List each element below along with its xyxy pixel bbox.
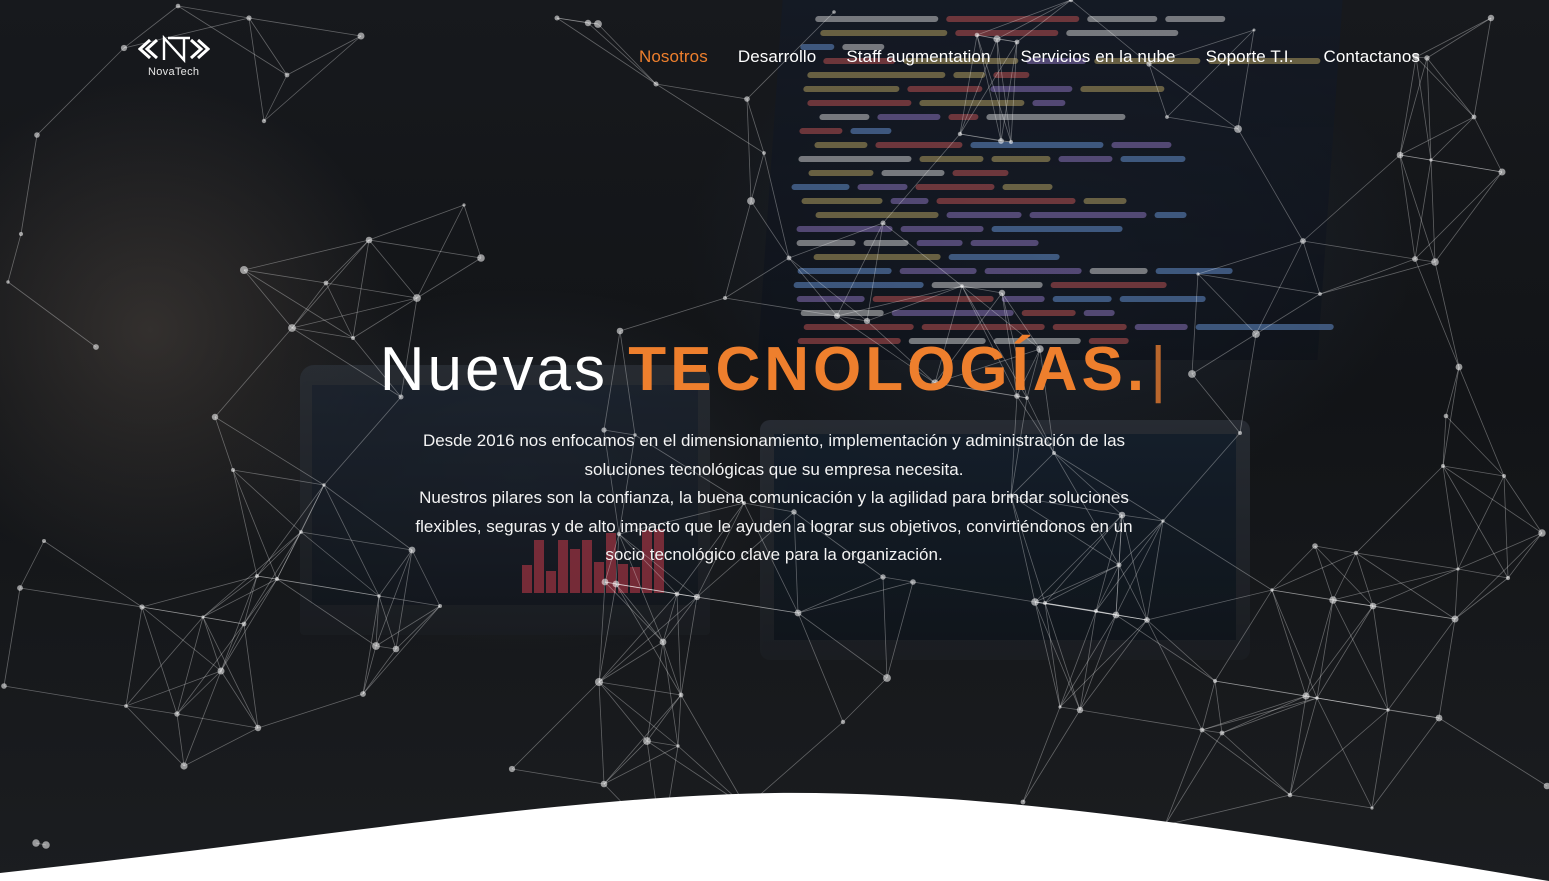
nav-item-servicios-nube[interactable]: Servicios en la nube <box>1021 47 1176 67</box>
logo-text: NovaTech <box>148 66 200 78</box>
nav-item-contactanos[interactable]: Contactanos <box>1323 47 1420 67</box>
hero-description: Desde 2016 nos enfocamos en el dimension… <box>394 427 1154 570</box>
nav-item-nosotros[interactable]: Nosotros <box>639 47 708 67</box>
headline-light-text: Nuevas <box>379 335 608 404</box>
nav-item-desarrollo[interactable]: Desarrollo <box>738 47 816 67</box>
nav-item-staff-augmentation[interactable]: Staff augmentation <box>846 47 990 67</box>
hero-paragraph-1: Desde 2016 nos enfocamos en el dimension… <box>422 431 1126 479</box>
main-navigation: Nosotros Desarrollo Staff augmentation S… <box>639 44 1420 70</box>
nav-item-soporte[interactable]: Soporte T.I. <box>1206 47 1294 67</box>
logo[interactable]: NovaTech <box>138 34 210 80</box>
typing-cursor: | <box>1150 335 1170 404</box>
bottom-wave-divider <box>0 792 1549 881</box>
logo-icon <box>138 34 210 64</box>
headline-strong-text: TECNOLOGÍAS. <box>628 335 1149 404</box>
hero-headline: Nuevas TECNOLOGÍAS.| <box>0 334 1549 405</box>
hero-paragraph-2: Nuestros pilares son la confianza, la bu… <box>415 488 1133 564</box>
